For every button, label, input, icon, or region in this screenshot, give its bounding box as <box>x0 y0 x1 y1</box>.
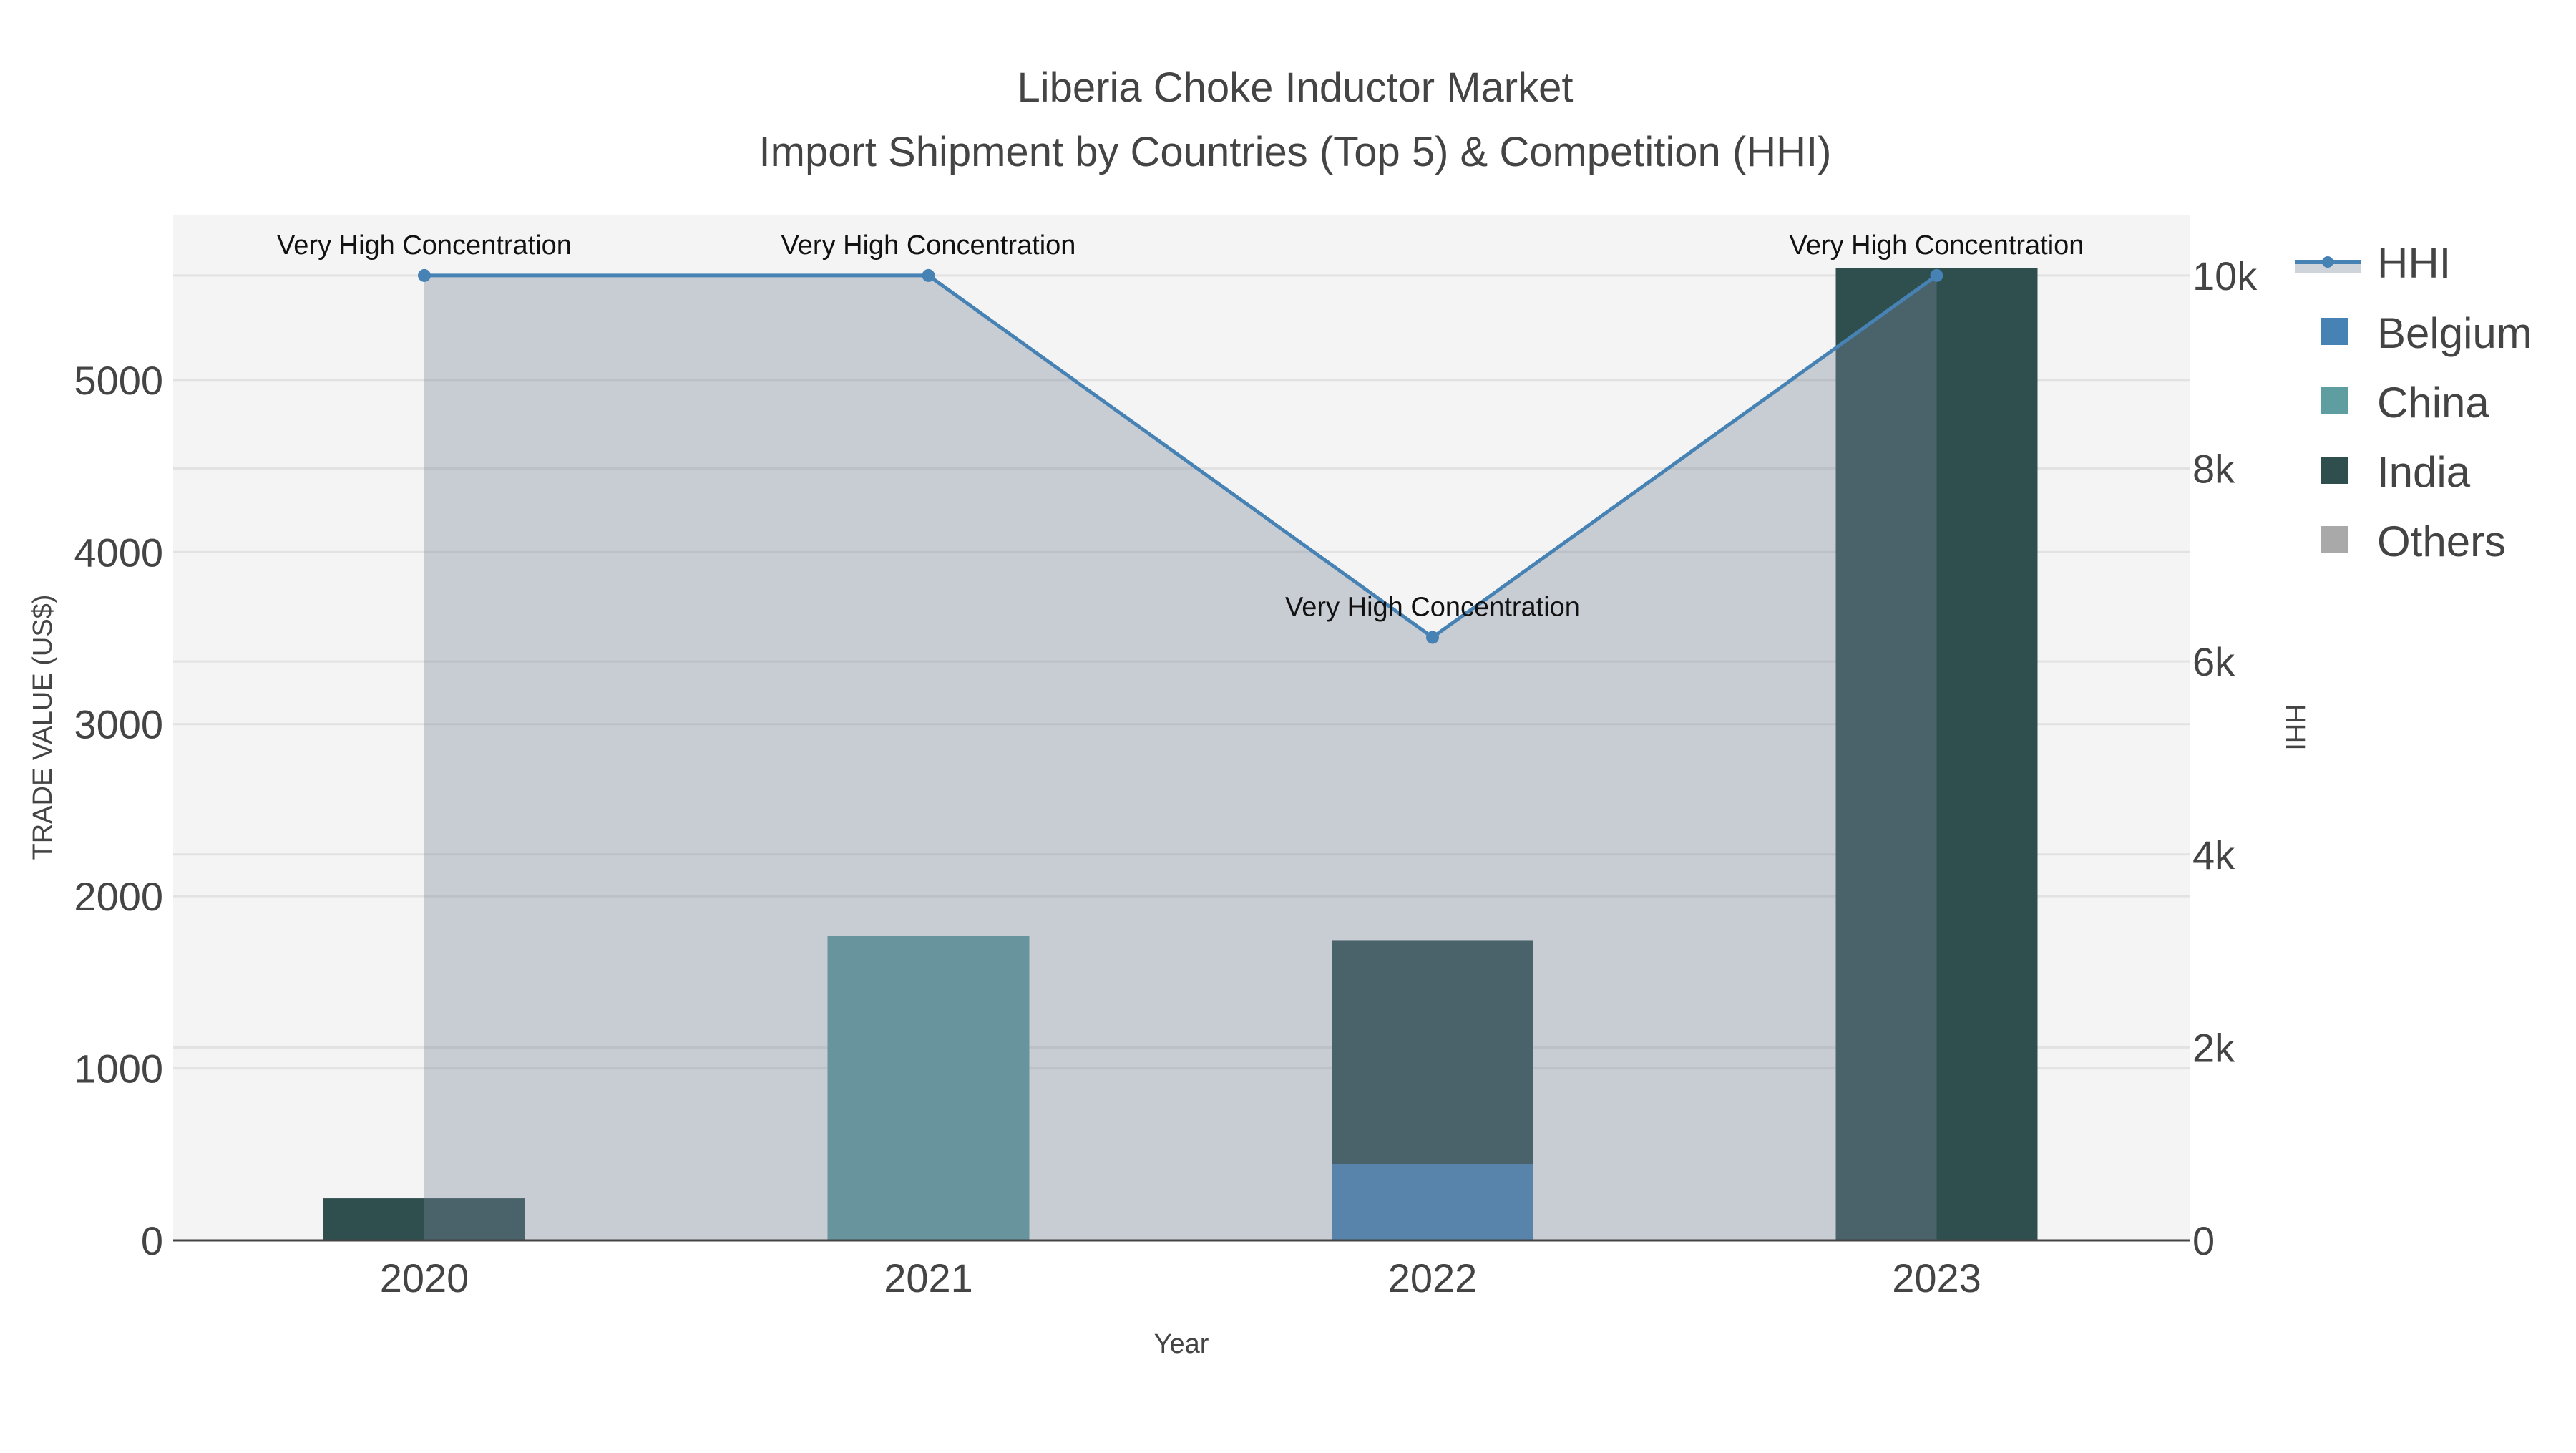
chart-title: Liberia Choke Inductor Market <box>1018 64 1574 111</box>
legend-label-china: China <box>2377 379 2489 427</box>
hhi-point <box>1930 268 1943 282</box>
y-axis-title: TRADE VALUE (US$) <box>28 595 58 860</box>
legend-hhi-marker <box>2322 256 2333 268</box>
x-tick-label: 2022 <box>1388 1255 1478 1301</box>
y-tick-label: 1000 <box>74 1046 163 1092</box>
x-tick-label: 2020 <box>380 1255 469 1301</box>
x-axis-title: Year <box>1154 1329 1209 1359</box>
hhi-point <box>418 268 431 282</box>
y2-tick-label: 4k <box>2192 832 2235 878</box>
hhi-annotation: Very High Concentration <box>277 230 572 261</box>
legend-swatch-china <box>2321 387 2348 414</box>
hhi-point <box>922 268 935 282</box>
y2-tick-label: 6k <box>2192 639 2235 684</box>
chart-subtitle: Import Shipment by Countries (Top 5) & C… <box>759 129 1832 175</box>
hhi-annotation: Very High Concentration <box>781 230 1076 261</box>
legend: HHI Belgium China India Others <box>2295 239 2532 565</box>
legend-label-belgium: Belgium <box>2377 309 2532 357</box>
y-tick-label: 0 <box>141 1218 163 1263</box>
legend-label-india: India <box>2377 448 2471 496</box>
legend-swatch-india <box>2321 457 2348 484</box>
chart: Liberia Choke Inductor Market Import Shi… <box>28 64 2532 1359</box>
hhi-annotation: Very High Concentration <box>1285 592 1580 622</box>
legend-label-others: Others <box>2377 517 2506 565</box>
y-tick-label: 2000 <box>74 874 163 919</box>
legend-swatch-belgium <box>2321 318 2348 345</box>
y2-tick-label: 8k <box>2192 447 2235 492</box>
y-tick-label: 4000 <box>74 530 163 575</box>
hhi-point <box>1426 631 1439 644</box>
y-tick-label: 5000 <box>74 358 163 403</box>
y2-tick-label: 0 <box>2192 1218 2215 1263</box>
x-tick-label: 2023 <box>1892 1255 1981 1301</box>
y-tick-label: 3000 <box>74 702 163 747</box>
hhi-annotation: Very High Concentration <box>1790 230 2084 261</box>
legend-label-hhi: HHI <box>2377 239 2451 287</box>
y2-tick-label: 2k <box>2192 1025 2235 1070</box>
x-tick-label: 2021 <box>884 1255 973 1301</box>
y2-tick-label: 10k <box>2192 253 2258 298</box>
legend-swatch-others <box>2321 526 2348 553</box>
y2-axis-title: HHI <box>2280 704 2310 750</box>
